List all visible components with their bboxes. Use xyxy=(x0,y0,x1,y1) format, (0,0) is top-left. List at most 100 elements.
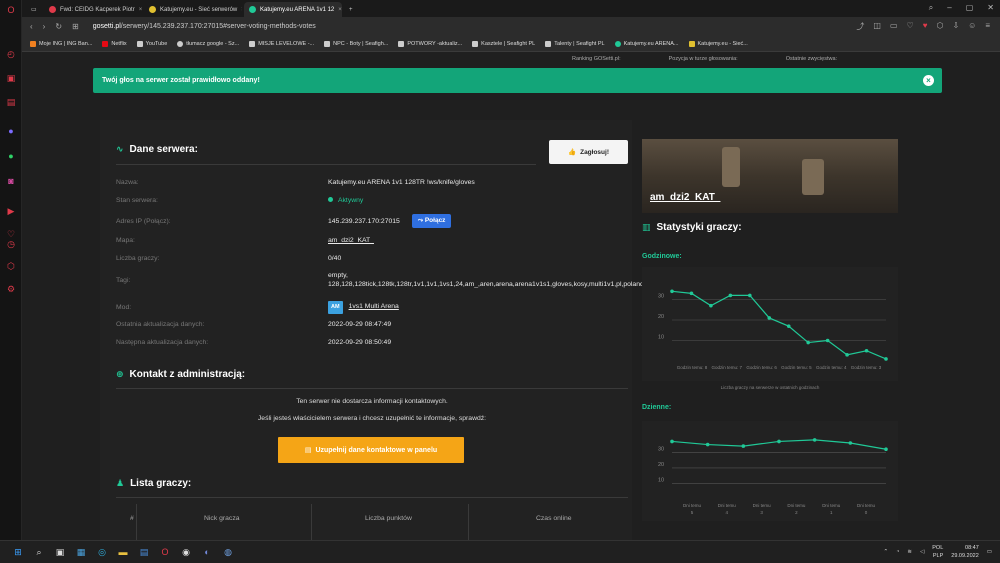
bookmark-item[interactable]: Kasztele | Seafight PL xyxy=(472,40,535,47)
mod-link[interactable]: 1vs1 Multi Arena xyxy=(349,303,399,310)
extensions-icon[interactable]: ⬡ xyxy=(5,260,17,272)
data-point[interactable] xyxy=(705,442,710,447)
new-tab-button[interactable]: + xyxy=(344,2,358,17)
speed-dial-icon[interactable]: ◴ xyxy=(5,48,17,60)
store-icon[interactable]: ▤ xyxy=(136,544,152,560)
shopping-icon[interactable]: ▣ xyxy=(5,72,17,84)
x-tick-label: 3 xyxy=(760,510,763,515)
notifications-icon[interactable]: ▭ xyxy=(987,549,992,555)
status-badge: Aktywny xyxy=(338,197,364,204)
data-point[interactable] xyxy=(864,348,869,353)
bookmark-item[interactable]: tłumacz google - Sz... xyxy=(177,40,239,47)
data-point[interactable] xyxy=(741,444,746,448)
back-icon[interactable]: ‹ xyxy=(30,22,33,31)
calculator-icon[interactable]: ▦ xyxy=(73,544,89,560)
bookmark-icon[interactable]: ♡ xyxy=(907,21,914,32)
tab-gosetti[interactable]: Katujemy.eu ARENA 1v1 12 × xyxy=(244,2,342,17)
home-icon[interactable]: ⊞ xyxy=(72,22,79,31)
data-point[interactable] xyxy=(884,357,888,361)
data-point[interactable] xyxy=(777,439,781,444)
data-point[interactable] xyxy=(670,289,674,294)
success-alert: Twój głos na serwer został prawidłowo od… xyxy=(93,68,942,93)
data-point[interactable] xyxy=(845,353,849,357)
search-tabs-icon[interactable]: ⌕ xyxy=(929,3,933,13)
reload-icon[interactable]: ↻ xyxy=(55,22,62,31)
data-point[interactable] xyxy=(767,316,772,320)
map-name[interactable]: am_dzi2_KAT_ xyxy=(650,192,720,203)
profile-icon[interactable]: ☺ xyxy=(968,21,976,32)
forward-icon[interactable]: › xyxy=(43,22,46,31)
share-icon[interactable]: ⤴ xyxy=(856,21,864,32)
steam-icon[interactable]: ◉ xyxy=(178,544,194,560)
bookmark-item[interactable]: YouTube xyxy=(136,40,167,47)
bookmark-item[interactable]: Katujemy.eu - Sieć... xyxy=(688,40,748,47)
clock[interactable]: 08:47 29.09.2022 xyxy=(951,544,979,560)
bookmark-item[interactable]: Talenty | Seafight PL xyxy=(545,40,605,47)
close-icon[interactable]: × xyxy=(241,7,242,13)
fill-contact-button[interactable]: ▤ Uzupełnij dane kontaktowe w panelu xyxy=(278,437,464,463)
data-point[interactable] xyxy=(709,303,713,308)
data-point[interactable] xyxy=(806,340,810,345)
close-icon[interactable]: × xyxy=(139,7,142,13)
bookmark-item[interactable]: Katujemy.eu ARENA... xyxy=(614,40,679,47)
data-point[interactable] xyxy=(825,338,830,343)
bookmark-item[interactable]: MISJE LEVELOWE -... xyxy=(249,40,314,47)
wifi-icon[interactable]: ≋ xyxy=(907,549,912,555)
opera-icon[interactable]: O xyxy=(157,544,173,560)
map-link[interactable]: am_dzi2_KAT_ xyxy=(328,236,374,245)
messenger-icon[interactable]: ● xyxy=(5,125,17,137)
data-point[interactable] xyxy=(848,441,853,445)
data-point[interactable] xyxy=(748,293,752,298)
instagram-icon[interactable]: ◙ xyxy=(5,175,17,187)
camera-icon[interactable]: ◫ xyxy=(873,21,881,32)
bookmark-item[interactable]: NPC - Boty | Seafigh... xyxy=(324,40,388,47)
file-explorer-icon[interactable]: ▬ xyxy=(115,544,131,560)
close-icon[interactable]: × xyxy=(338,7,342,13)
player-icon[interactable]: ▶ xyxy=(5,205,17,217)
map-banner[interactable]: am_dzi2_KAT_ xyxy=(642,139,898,213)
close-window-icon[interactable]: ✕ xyxy=(987,3,994,13)
favorite-heart-icon[interactable]: ♥ xyxy=(923,21,928,32)
minimize-icon[interactable]: – xyxy=(947,3,951,13)
settings-icon[interactable]: ⚙ xyxy=(5,283,17,295)
bookmark-item[interactable]: Moje ING | ING Ban... xyxy=(30,40,92,47)
whatsapp-icon[interactable]: ● xyxy=(5,150,17,162)
download-icon[interactable]: ⇩ xyxy=(952,21,959,32)
connect-button[interactable]: ⤳ Połącz xyxy=(411,214,452,228)
menu-icon[interactable]: ≡ xyxy=(985,21,990,32)
tab-katujemy[interactable]: Katujemy.eu - Sieć serwerów× xyxy=(144,2,242,17)
daily-chart-svg: 102030Dni temu5Dni temu4Dni temu3Dni tem… xyxy=(658,438,888,515)
windows-start-icon[interactable]: ⊞ xyxy=(10,544,26,560)
keyboard-language[interactable]: POL PLP xyxy=(932,544,943,560)
bookmark-item[interactable]: POTWORY -aktualiz... xyxy=(398,40,462,47)
edge-icon[interactable]: ◎ xyxy=(94,544,110,560)
data-point[interactable] xyxy=(884,447,888,452)
twitch-icon[interactable]: ▤ xyxy=(5,96,17,108)
data-point[interactable] xyxy=(670,439,674,444)
extension-icon[interactable]: ⬡ xyxy=(936,21,943,32)
data-point[interactable] xyxy=(786,324,791,328)
history-icon[interactable]: ◷ xyxy=(5,238,17,250)
discord-icon[interactable]: ◐ xyxy=(199,544,215,560)
search-icon[interactable]: ⌕ xyxy=(31,544,47,560)
maximize-icon[interactable]: ▢ xyxy=(966,3,974,13)
tab-gmail[interactable]: Fwd: CEIDG Kacperek Piotr × xyxy=(44,2,142,17)
app-icon[interactable]: ◍ xyxy=(220,544,236,560)
url-field[interactable]: gosetti.pl/serwery/145.239.237.170:27015… xyxy=(93,23,316,30)
data-point[interactable] xyxy=(728,293,733,298)
close-alert-button[interactable]: × xyxy=(923,75,934,86)
data-point[interactable] xyxy=(812,438,817,442)
opera-logo-icon[interactable]: O xyxy=(5,4,17,16)
volume-icon[interactable]: ◁ xyxy=(920,549,924,555)
tray-arrow-icon[interactable]: ⌃ xyxy=(883,549,888,555)
folder-icon xyxy=(136,40,143,47)
row-name: Nazwa: Katujemy.eu ARENA 1v1 128TR !ws/kn… xyxy=(116,179,475,186)
tab-menu-icon[interactable]: ▭ xyxy=(26,2,42,17)
bookmark-item[interactable]: Netflix xyxy=(102,40,127,47)
y-tick-label: 10 xyxy=(658,335,664,341)
vote-button[interactable]: 👍 Zagłosuj! xyxy=(549,140,628,164)
network-icon[interactable]: ◔ xyxy=(896,549,899,555)
vpn-icon[interactable]: ▭ xyxy=(890,21,898,32)
data-point[interactable] xyxy=(689,291,694,296)
task-view-icon[interactable]: ▣ xyxy=(52,544,68,560)
